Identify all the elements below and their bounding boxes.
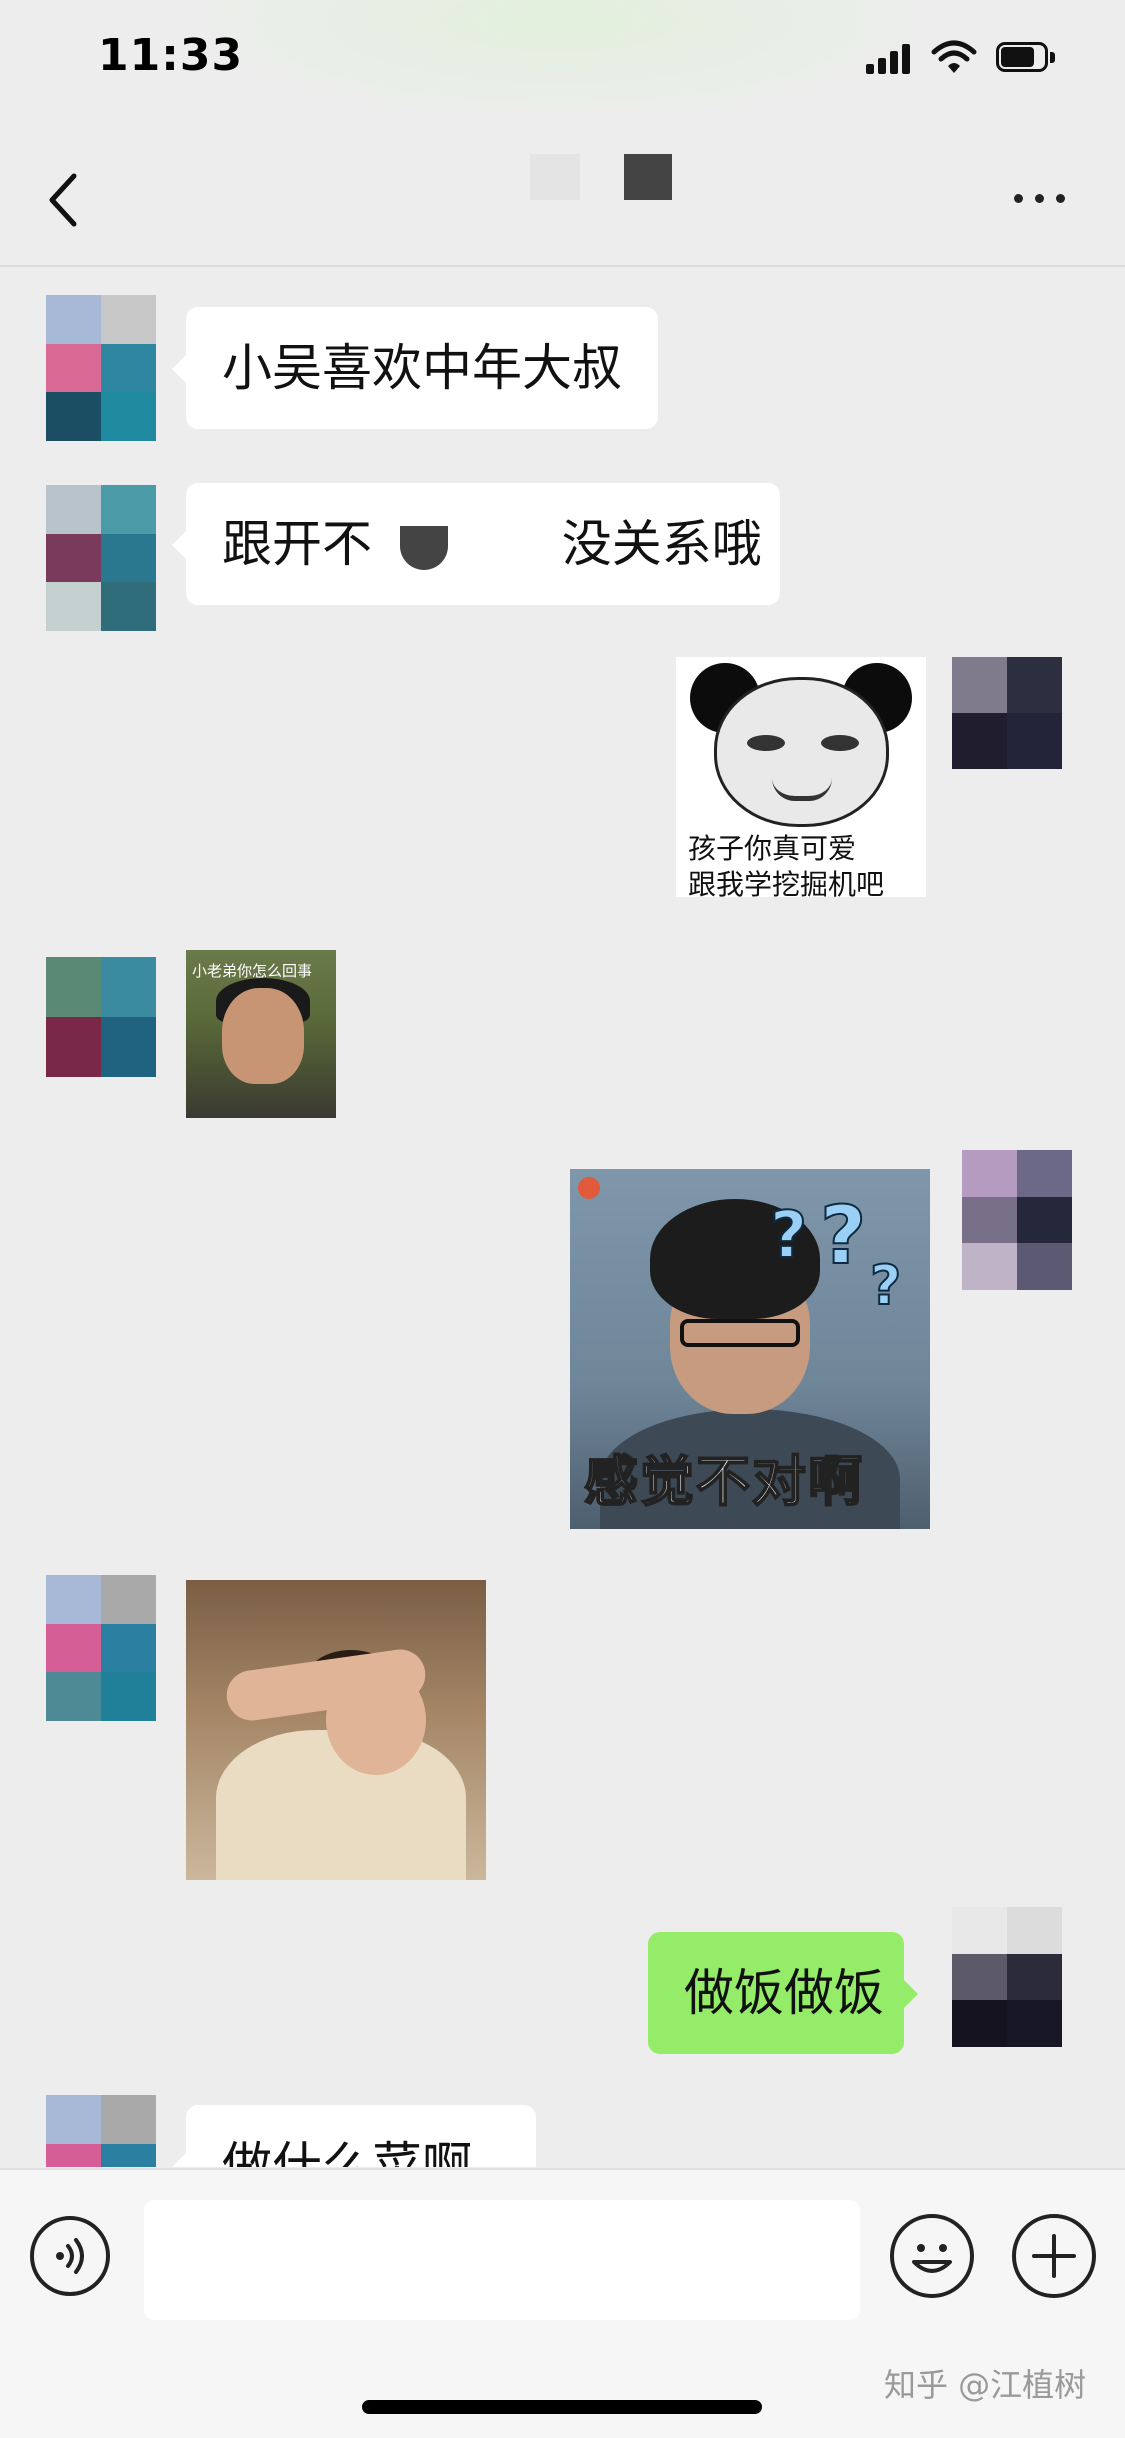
home-indicator[interactable] [362, 2400, 762, 2414]
chat-area[interactable]: 小吴喜欢中年大叔 跟开不 没关系哦 孩子你真可爱 跟我学挖掘机吧 小老弟你怎么回… [0, 267, 1125, 2167]
avatar[interactable] [46, 1575, 156, 1721]
sticker-caption: 感觉不对啊 [583, 1449, 864, 1514]
sticker-caption-line1: 孩子你真可爱 [688, 832, 857, 865]
panda-sticker[interactable]: 孩子你真可爱 跟我学挖掘机吧 [676, 657, 926, 897]
status-bar: 11:33 [0, 0, 1125, 130]
wifi-icon [931, 40, 977, 73]
chat-title-redacted [530, 154, 580, 200]
nav-bar [0, 130, 1125, 267]
plus-icon[interactable] [1012, 2214, 1096, 2298]
tired-woman-sticker[interactable] [186, 1580, 486, 1880]
avatar[interactable] [46, 485, 156, 631]
sticker-caption-line2: 跟我学挖掘机吧 [688, 868, 885, 897]
sticker-caption: 小老弟你怎么回事 [192, 962, 313, 980]
voice-icon[interactable] [30, 2216, 110, 2296]
my-message-bubble[interactable]: 做饭做饭 [648, 1932, 918, 2054]
chevron-left-icon[interactable] [44, 170, 84, 230]
status-time: 11:33 [98, 30, 244, 81]
signal-icon [866, 42, 912, 74]
emoji-icon[interactable] [890, 2214, 974, 2298]
input-bar: 知乎 @江植树 [0, 2168, 1125, 2438]
message-bubble[interactable]: 做什么菜啊 [172, 2105, 536, 2167]
my-avatar[interactable] [962, 1150, 1072, 1290]
my-avatar[interactable] [952, 1907, 1062, 2047]
message-bubble[interactable]: 小吴喜欢中年大叔 [172, 307, 658, 429]
sticker-logo [578, 1177, 600, 1199]
battery-icon [996, 42, 1058, 74]
avatar[interactable] [46, 957, 156, 1077]
message-text: 做饭做饭 [684, 1964, 884, 2022]
confused-man-sticker[interactable]: ? ? ? 感觉不对啊 [570, 1169, 930, 1529]
my-avatar[interactable] [952, 657, 1062, 769]
message-input[interactable] [144, 2200, 860, 2320]
message-text: 做什么菜啊 [222, 2137, 472, 2167]
message-text-part2: 没关系哦 [561, 515, 762, 573]
avatar[interactable] [46, 2095, 156, 2167]
watermark: 知乎 @江植树 [884, 2366, 1087, 2404]
avatar[interactable] [46, 295, 156, 441]
message-bubble[interactable]: 跟开不 没关系哦 [172, 483, 780, 605]
message-text-part1: 跟开不 [222, 515, 372, 573]
boy-pointing-sticker[interactable]: 小老弟你怎么回事 [186, 950, 336, 1118]
chat-title-redacted-2 [624, 154, 672, 200]
more-dots-icon[interactable] [1010, 188, 1070, 208]
redacted-mark [399, 525, 448, 570]
message-text: 小吴喜欢中年大叔 [222, 339, 622, 397]
